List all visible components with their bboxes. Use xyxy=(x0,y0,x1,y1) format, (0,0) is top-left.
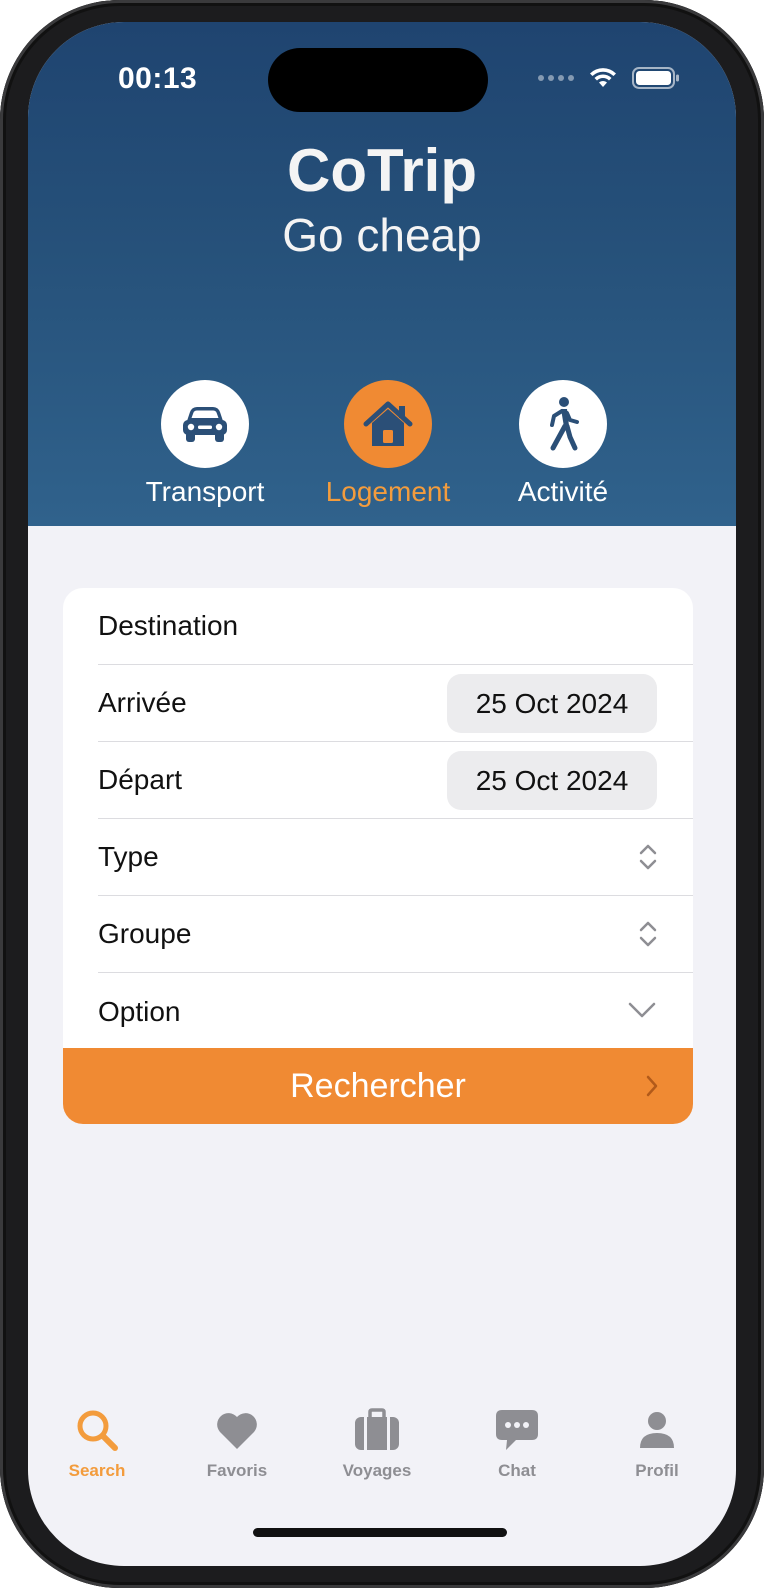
car-icon xyxy=(183,407,227,442)
category-transport[interactable]: Transport xyxy=(125,380,285,508)
chevron-up-down-icon xyxy=(639,921,657,947)
tab-profil-label: Profil xyxy=(635,1461,679,1480)
option-label: Option xyxy=(98,995,181,1027)
chevron-up-down-icon xyxy=(639,844,657,870)
category-logement[interactable]: Logement xyxy=(308,380,468,508)
chat-bubble-icon xyxy=(496,1410,538,1450)
tab-profil[interactable]: Profil xyxy=(587,1406,727,1481)
destination-field[interactable]: Destination xyxy=(98,588,693,665)
category-activite-button[interactable] xyxy=(519,380,607,468)
header-banner: 00:13 CoTrip Go cheap Transport Logement… xyxy=(28,22,736,526)
search-form: Destination Arrivée 25 Oct 2024 Départ 2… xyxy=(63,588,693,1124)
search-button-label: Rechercher xyxy=(290,1066,466,1105)
category-activite[interactable]: Activité xyxy=(483,380,643,508)
tab-search-label: Search xyxy=(68,1461,126,1480)
tab-chat-label: Chat xyxy=(498,1461,536,1480)
category-logement-button[interactable] xyxy=(344,380,432,468)
category-transport-label: Transport xyxy=(145,476,265,507)
category-transport-button[interactable] xyxy=(161,380,249,468)
app-subtitle: Go cheap xyxy=(282,209,482,261)
tab-bar: Search Favoris Voyages Chat Profil xyxy=(28,1406,736,1516)
option-disclosure[interactable]: Option xyxy=(98,973,693,1050)
chevron-down-icon xyxy=(628,1002,656,1018)
group-label: Groupe xyxy=(98,918,192,949)
departure-row: Départ 25 Oct 2024 xyxy=(98,742,693,819)
type-label: Type xyxy=(98,841,159,872)
departure-date-picker[interactable]: 25 Oct 2024 xyxy=(447,751,657,810)
dynamic-island xyxy=(268,48,488,112)
home-indicator xyxy=(253,1528,507,1537)
person-icon xyxy=(640,1412,674,1448)
category-activite-label: Activité xyxy=(517,476,609,507)
type-picker[interactable]: Type xyxy=(98,819,693,896)
tab-search[interactable]: Search xyxy=(28,1406,167,1481)
arrival-row: Arrivée 25 Oct 2024 xyxy=(98,665,693,742)
chevron-right-icon xyxy=(646,1075,658,1097)
search-icon xyxy=(77,1410,118,1451)
group-picker[interactable]: Groupe xyxy=(98,896,693,973)
status-icons xyxy=(538,66,680,90)
cellular-signal-icon xyxy=(538,75,574,81)
wifi-icon xyxy=(590,68,616,87)
suitcase-icon xyxy=(355,1408,399,1450)
status-time: 00:13 xyxy=(118,62,198,95)
arrival-date-picker[interactable]: 25 Oct 2024 xyxy=(447,674,657,733)
tab-chat[interactable]: Chat xyxy=(447,1406,587,1481)
app-title: CoTrip xyxy=(287,137,477,204)
app-screen: 00:13 CoTrip Go cheap Transport Logement… xyxy=(28,22,736,1566)
tab-voyages[interactable]: Voyages xyxy=(307,1406,447,1481)
tab-voyages-label: Voyages xyxy=(342,1461,412,1480)
arrival-label: Arrivée xyxy=(98,687,187,718)
tab-favoris-label: Favoris xyxy=(206,1461,268,1480)
category-logement-label: Logement xyxy=(325,476,451,507)
walking-person-icon xyxy=(550,397,579,451)
heart-icon xyxy=(217,1413,257,1449)
departure-label: Départ xyxy=(98,764,183,795)
tab-favoris[interactable]: Favoris xyxy=(167,1406,307,1481)
destination-label: Destination xyxy=(98,610,239,641)
battery-icon xyxy=(632,67,679,89)
search-button[interactable]: Rechercher xyxy=(63,1048,693,1124)
house-icon xyxy=(363,401,413,446)
